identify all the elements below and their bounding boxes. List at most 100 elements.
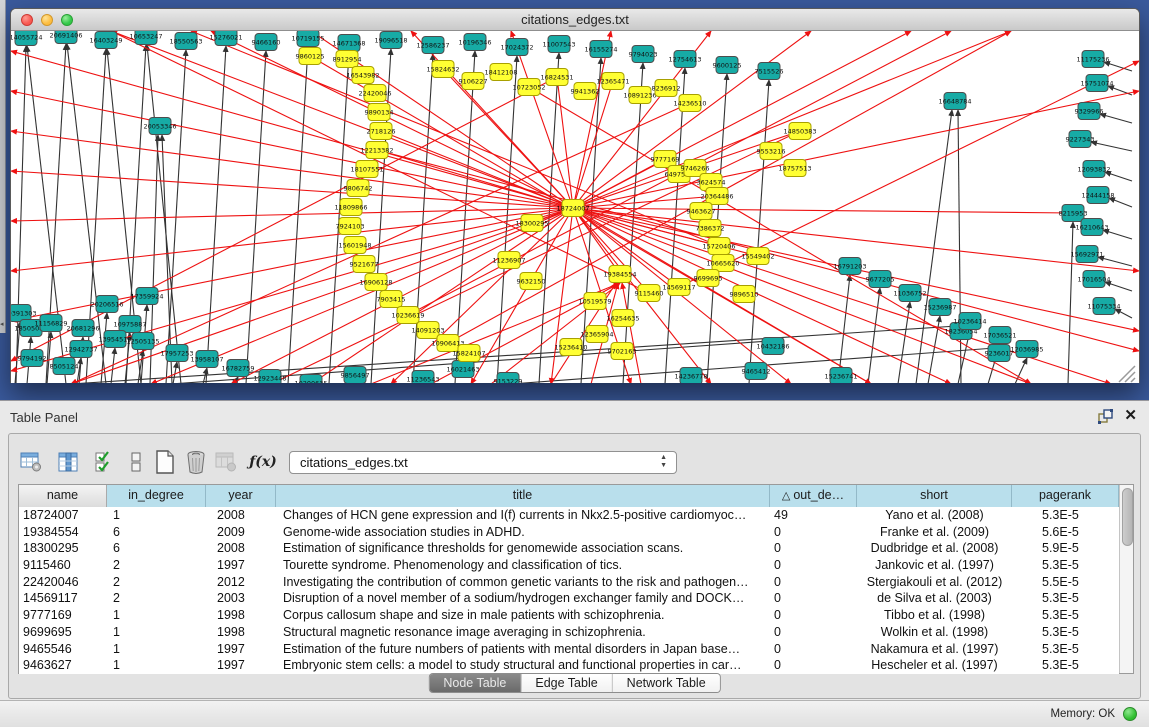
graph-edge[interactable] xyxy=(1115,309,1132,318)
table-row[interactable]: 911546021997Tourette syndrome. Phenomeno… xyxy=(19,557,1119,574)
graph-node[interactable]: 10665620 xyxy=(706,255,739,272)
graph-node[interactable]: 12586237 xyxy=(416,37,449,54)
graph-edge[interactable] xyxy=(898,302,910,383)
graph-edge[interactable] xyxy=(1109,198,1132,207)
graph-node[interactable]: 19096518 xyxy=(374,32,407,49)
graph-node[interactable]: 11007543 xyxy=(542,36,575,53)
graph-edge[interactable] xyxy=(1103,230,1132,239)
show-column-icon[interactable] xyxy=(54,448,82,476)
tab-edge-table[interactable]: Edge Table xyxy=(521,674,612,692)
table-row[interactable]: 969969511998Structural magnetic resonanc… xyxy=(19,624,1119,641)
graph-edge[interactable] xyxy=(206,46,226,383)
graph-node[interactable]: 9465412 xyxy=(742,363,771,380)
graph-node[interactable]: 17359924 xyxy=(130,288,163,305)
graph-node[interactable]: 9860125 xyxy=(296,48,325,65)
table-scrollbar[interactable] xyxy=(1119,485,1133,673)
column-header-out_de[interactable]: △out_de… xyxy=(770,485,857,507)
graph-node[interactable]: 9632150 xyxy=(517,273,546,290)
graph-node[interactable]: 15751074 xyxy=(1080,75,1113,92)
graph-node[interactable]: 9227343 xyxy=(1066,131,1095,148)
graph-node[interactable]: 9521677 xyxy=(350,256,379,273)
graph-node[interactable]: 11175236 xyxy=(1076,51,1109,68)
column-header-title[interactable]: title xyxy=(276,485,770,507)
column-header-year[interactable]: year xyxy=(206,485,276,507)
graph-edge[interactable] xyxy=(838,275,850,383)
graph-node[interactable]: 9896510 xyxy=(730,286,759,303)
citation-network-graph[interactable]: 1405572420691406164032491065324718550563… xyxy=(11,31,1139,383)
table-row[interactable]: 1938455462009Genome-wide association stu… xyxy=(19,524,1119,541)
graph-node[interactable]: 9236017 xyxy=(985,345,1014,362)
graph-node[interactable]: 9702163 xyxy=(608,343,637,360)
graph-edge[interactable] xyxy=(573,159,665,208)
graph-node[interactable]: 9466160 xyxy=(252,34,281,51)
graph-node[interactable]: 9794023 xyxy=(629,46,658,63)
function-builder-icon[interactable]: ƒ(x) xyxy=(249,448,277,476)
table-row[interactable]: 946554611997Estimation of the future num… xyxy=(19,641,1119,658)
graph-node[interactable]: 9856497 xyxy=(341,367,370,384)
resize-grip-icon[interactable] xyxy=(1119,366,1135,382)
graph-node[interactable]: 14236510 xyxy=(673,95,706,112)
table-row[interactable]: 1872400712008Changes of HCN gene express… xyxy=(19,507,1119,524)
graph-node[interactable]: 10719155 xyxy=(291,31,324,47)
graph-node[interactable]: 9890134 xyxy=(365,104,394,121)
row-height-icon[interactable] xyxy=(122,448,150,476)
graph-node[interactable]: 7903415 xyxy=(377,291,406,308)
graph-edge[interactable] xyxy=(11,131,573,208)
column-header-short[interactable]: short xyxy=(857,485,1012,507)
delete-table-icon[interactable] xyxy=(182,448,210,476)
graph-edge[interactable] xyxy=(573,208,1073,213)
graph-node[interactable]: 9463627 xyxy=(687,203,716,220)
network-view-window[interactable]: citations_edges.txt 14055724206914061640… xyxy=(10,8,1140,383)
graph-node[interactable]: 9553216 xyxy=(757,143,786,160)
graph-edge[interactable] xyxy=(11,208,573,271)
graph-edge[interactable] xyxy=(1100,114,1132,123)
graph-edge[interactable] xyxy=(191,31,719,246)
graph-node[interactable]: 18757513 xyxy=(778,160,811,177)
graph-edge[interactable] xyxy=(1105,282,1132,291)
graph-edge[interactable] xyxy=(1098,257,1132,266)
graph-node[interactable]: 9329966 xyxy=(1075,103,1104,120)
graph-node[interactable]: 9794192 xyxy=(18,350,47,367)
graph-node[interactable]: 9806742 xyxy=(344,180,373,197)
graph-node[interactable]: 2718126 xyxy=(367,123,396,140)
graph-node[interactable]: 10196346 xyxy=(458,34,491,51)
graph-node[interactable]: 16543982 xyxy=(346,67,379,84)
graph-edge[interactable] xyxy=(173,362,177,383)
graph-node[interactable]: 15692971 xyxy=(1070,246,1103,263)
table-row[interactable]: 1456911722003Disruption of a novel membe… xyxy=(19,590,1119,607)
graph-node[interactable]: 20691406 xyxy=(49,31,82,44)
graph-node[interactable]: 18412108 xyxy=(484,64,517,81)
graph-edge[interactable] xyxy=(111,31,649,293)
graph-node[interactable]: 12754613 xyxy=(668,51,701,68)
graph-node[interactable]: 16021463 xyxy=(446,361,479,378)
table-row[interactable]: 946362711997Embryonic stem cells: a mode… xyxy=(19,657,1119,674)
table-row[interactable]: 1830029562008Estimation of significance … xyxy=(19,540,1119,557)
graph-node[interactable]: 12093832 xyxy=(1077,161,1110,178)
graph-node[interactable]: 7386372 xyxy=(696,220,725,237)
graph-edge[interactable] xyxy=(1105,172,1132,181)
select-columns-icon[interactable] xyxy=(90,448,118,476)
table-row[interactable]: 977716911998Corpus callosum shape and si… xyxy=(19,607,1119,624)
graph-edge[interactable] xyxy=(1015,358,1027,383)
graph-edge[interactable] xyxy=(11,91,573,208)
float-window-icon[interactable] xyxy=(1098,409,1113,424)
graph-node[interactable]: 17016504 xyxy=(1077,271,1110,288)
table-select-dropdown[interactable]: citations_edges.txt ▲▼ xyxy=(289,451,677,474)
graph-node[interactable]: 9153229 xyxy=(494,373,523,384)
graph-node[interactable]: 17957253 xyxy=(160,345,193,362)
graph-node[interactable]: 10432186 xyxy=(756,338,789,355)
graph-node[interactable]: 8236912 xyxy=(652,80,681,97)
graph-edge[interactable] xyxy=(511,31,573,208)
graph-node[interactable]: 15549402 xyxy=(741,248,774,265)
graph-node[interactable]: 12444158 xyxy=(1081,187,1114,204)
graph-node[interactable]: 9677205 xyxy=(866,271,895,288)
graph-edge[interactable] xyxy=(46,44,66,383)
column-header-in_degree[interactable]: in_degree xyxy=(107,485,206,507)
table-options-icon[interactable] xyxy=(17,448,45,476)
graph-node[interactable]: 15276021 xyxy=(209,31,242,46)
graph-node[interactable]: 10975887 xyxy=(113,316,146,333)
graph-node[interactable]: 8912954 xyxy=(333,51,362,68)
graph-node[interactable]: 16155274 xyxy=(584,41,617,58)
tab-node-table[interactable]: Node Table xyxy=(429,674,521,692)
graph-node[interactable]: 20681296 xyxy=(66,320,99,337)
